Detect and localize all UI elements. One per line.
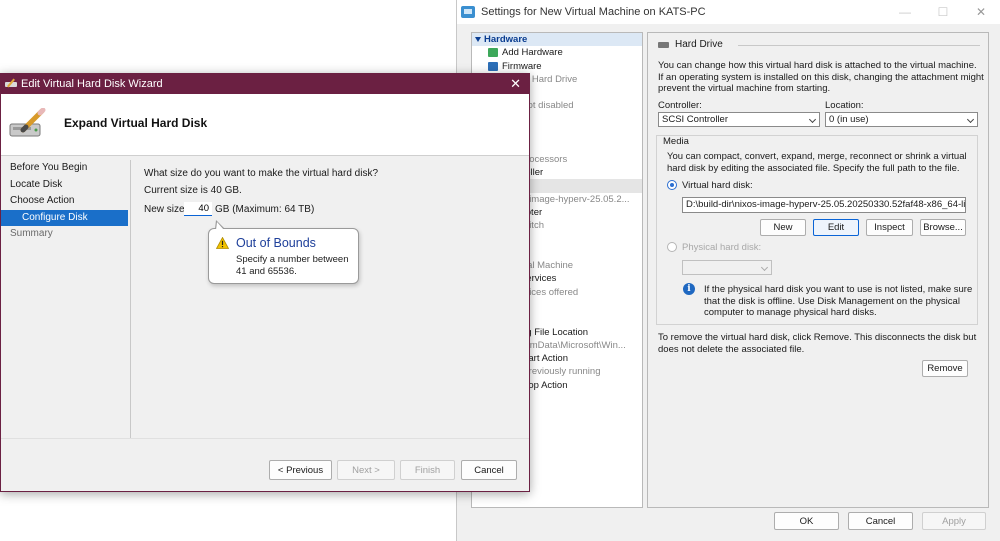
physical-hard-disk-label: Physical hard disk: bbox=[682, 242, 762, 253]
location-select[interactable]: 0 (in use) bbox=[825, 112, 978, 127]
edit-button[interactable]: Edit bbox=[813, 219, 859, 236]
tree-item-label: Firmware bbox=[502, 60, 542, 72]
tooltip-title: Out of Bounds bbox=[236, 236, 316, 250]
tree-item-label: Hardware bbox=[484, 34, 528, 45]
tooltip-text: Specify a number between 41 and 65536. bbox=[236, 254, 349, 277]
inspect-button[interactable]: Inspect bbox=[866, 219, 913, 236]
wizard-step[interactable]: Choose Action bbox=[1, 193, 130, 210]
hard-drive-panel: Hard Drive You can change how this virtu… bbox=[647, 32, 989, 508]
browse-button[interactable]: Browse... bbox=[920, 219, 966, 236]
wizard-step[interactable]: Before You Begin bbox=[1, 160, 130, 177]
wizard-disk-icon bbox=[9, 108, 46, 137]
section-title: Hard Drive bbox=[658, 39, 723, 50]
remove-button[interactable]: Remove bbox=[922, 360, 968, 377]
section-title-text: Hard Drive bbox=[675, 39, 723, 50]
wizard-title: Edit Virtual Hard Disk Wizard bbox=[21, 78, 163, 90]
next-button[interactable]: Next > bbox=[337, 460, 395, 480]
new-size-label: New size: bbox=[144, 204, 188, 215]
tree-item-label: gramData\Microsoft\Win... bbox=[516, 339, 626, 351]
wizard-page-title: Expand Virtual Hard Disk bbox=[64, 116, 208, 130]
virtual-hard-disk-radio[interactable] bbox=[667, 180, 677, 190]
wizard-header: Expand Virtual Hard Disk bbox=[1, 94, 529, 156]
wizard-close-button[interactable]: ✕ bbox=[510, 76, 521, 92]
add-hardware-icon bbox=[488, 48, 498, 58]
physical-disk-select[interactable] bbox=[682, 260, 772, 275]
size-question: What size do you want to make the virtua… bbox=[144, 168, 379, 179]
intro-text: You can change how this virtual hard dis… bbox=[658, 60, 984, 95]
controller-label: Controller: bbox=[658, 100, 702, 111]
wizard-cancel-button[interactable]: Cancel bbox=[461, 460, 517, 480]
virtual-machine-icon bbox=[461, 6, 475, 18]
maximize-button[interactable]: ☐ bbox=[924, 0, 962, 24]
footer-divider bbox=[1, 438, 529, 439]
tree-item[interactable]: Add Hardware bbox=[472, 46, 642, 59]
wizard-titlebar: Edit Virtual Hard Disk Wizard ✕ bbox=[1, 74, 529, 94]
new-size-input[interactable] bbox=[184, 202, 212, 216]
media-text: You can compact, convert, expand, merge,… bbox=[667, 151, 967, 174]
disk-pencil-icon bbox=[5, 80, 17, 88]
media-label: Media bbox=[663, 136, 689, 147]
location-label: Location: bbox=[825, 100, 864, 111]
physical-hard-disk-radio[interactable] bbox=[667, 242, 677, 252]
tree-item-label: Add Hardware bbox=[502, 47, 563, 59]
minimize-button[interactable]: — bbox=[886, 0, 924, 24]
virtual-hard-disk-label: Virtual hard disk: bbox=[682, 180, 753, 191]
info-icon: i bbox=[683, 283, 695, 295]
previous-button[interactable]: < Previous bbox=[269, 460, 332, 480]
settings-close-button[interactable]: ✕ bbox=[962, 0, 1000, 24]
new-button[interactable]: New bbox=[760, 219, 806, 236]
wizard-step[interactable]: Locate Disk bbox=[1, 177, 130, 194]
warning-icon bbox=[216, 237, 229, 249]
controller-select[interactable]: SCSI Controller bbox=[658, 112, 820, 127]
physical-disk-info: If the physical hard disk you want to us… bbox=[704, 284, 973, 319]
current-size-text: Current size is 40 GB. bbox=[144, 185, 242, 196]
wizard-step[interactable]: Configure Disk bbox=[1, 209, 128, 226]
finish-button[interactable]: Finish bbox=[400, 460, 455, 480]
settings-window: Settings for New Virtual Machine on KATS… bbox=[456, 0, 1000, 541]
apply-button[interactable]: Apply bbox=[922, 512, 986, 530]
settings-title: Settings for New Virtual Machine on KATS… bbox=[481, 6, 706, 18]
vhd-path-input[interactable]: D:\build-dir\nixos-image-hyperv-25.05.20… bbox=[682, 197, 966, 213]
wizard-steps: Before You Begin Locate Disk Choose Action… bbox=[1, 160, 131, 438]
tree-item[interactable]: Hardware bbox=[472, 33, 642, 47]
settings-titlebar: Settings for New Virtual Machine on KATS… bbox=[457, 0, 1000, 24]
size-suffix: GB (Maximum: 64 TB) bbox=[215, 204, 315, 215]
section-divider bbox=[738, 45, 980, 46]
out-of-bounds-tooltip: Out of Bounds Specify a number between 4… bbox=[208, 220, 359, 284]
hard-drive-icon bbox=[658, 41, 669, 48]
wizard-step[interactable]: Summary bbox=[1, 226, 130, 243]
tree-item[interactable]: Firmware bbox=[472, 60, 642, 73]
media-group: Media You can compact, convert, expand, … bbox=[656, 135, 978, 325]
remove-text: To remove the virtual hard disk, click R… bbox=[658, 332, 977, 355]
tree-item-label: os-image-hyperv-25.05.2... bbox=[516, 193, 630, 205]
settings-window-controls: — ☐ ✕ bbox=[886, 0, 1000, 24]
firmware-icon bbox=[488, 61, 498, 71]
ok-button[interactable]: OK bbox=[774, 512, 839, 530]
settings-cancel-button[interactable]: Cancel bbox=[848, 512, 913, 530]
